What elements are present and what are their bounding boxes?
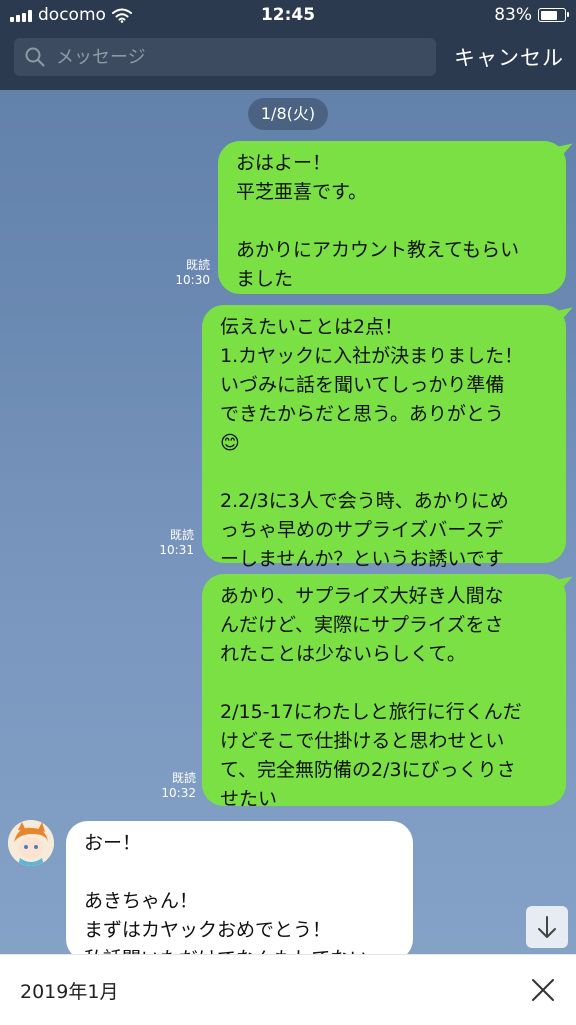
search-bar[interactable]: [14, 38, 436, 76]
message-meta: 既読 10:32: [136, 771, 196, 801]
message-time: 10:31: [159, 543, 194, 557]
read-receipt: 既読: [171, 771, 196, 785]
message-meta: 既読 10:30: [150, 258, 210, 288]
message-time: 10:30: [175, 273, 210, 287]
search-input[interactable]: [54, 45, 418, 69]
message-time: 10:32: [161, 786, 196, 800]
search-icon: [25, 47, 45, 67]
outgoing-message[interactable]: 伝えたいことは2点！ 1.カヤックに入社が決まりました！ いづみに話を聞いてしっ…: [202, 305, 566, 570]
avatar[interactable]: [8, 820, 54, 866]
incoming-message[interactable]: おー！ あきちゃん！ まずはカヤックおめでとう！ 私話聞いただけでなんもしてない: [66, 821, 413, 961]
month-label: 2019年1月: [20, 981, 119, 1003]
battery-percent: 83%: [494, 5, 532, 25]
outgoing-message[interactable]: おはよー！ 平芝亜喜です。 あかりにアカウント教えてもらい ました: [218, 141, 566, 294]
battery-icon: [538, 8, 569, 22]
status-bar: docomo 12:45 83%: [0, 0, 576, 30]
outgoing-message[interactable]: あかり、サプライズ大好き人間な んだけど、実際にサプライズをさ れたことは少ない…: [202, 574, 566, 810]
battery-info: 83%: [494, 5, 569, 25]
scroll-to-bottom-button[interactable]: [526, 906, 568, 948]
read-receipt: 既読: [185, 258, 210, 272]
arrow-down-icon: [538, 916, 556, 938]
cancel-button[interactable]: キャンセル: [454, 42, 564, 72]
close-icon[interactable]: [530, 977, 556, 1003]
bottom-bar: 2019年1月: [0, 954, 576, 1025]
message-meta: 既読 10:31: [134, 528, 194, 558]
date-separator: 1/8(火): [248, 98, 328, 130]
read-receipt: 既読: [169, 528, 194, 542]
clock: 12:45: [260, 5, 316, 25]
header: docomo 12:45 83% キャンセル: [0, 0, 576, 90]
